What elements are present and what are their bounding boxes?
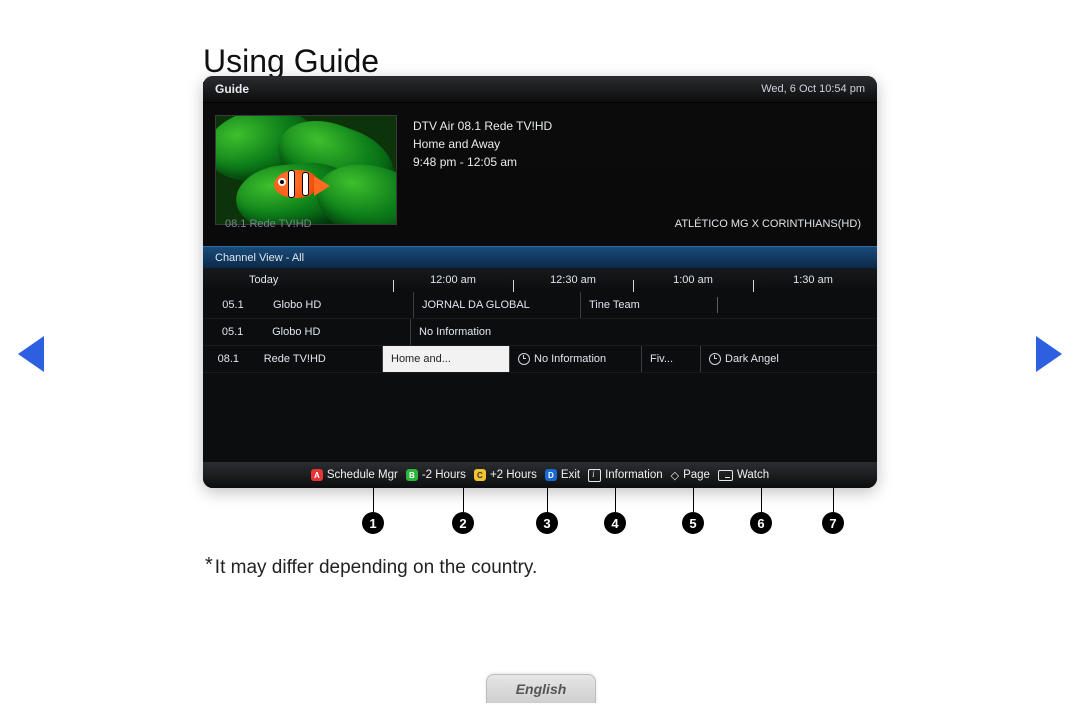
green-button-icon: B: [406, 469, 418, 481]
program-cell[interactable]: Home and...: [382, 346, 509, 372]
hero-bottom-row: 08.1 Rede TV!HD ATLÉTICO MG X CORINTHIAN…: [203, 218, 877, 230]
callout-number: 3: [536, 512, 558, 534]
program-cell-label: Tine Team: [589, 299, 640, 311]
guide-header-bar: Guide Wed, 6 Oct 10:54 pm: [203, 76, 877, 103]
channel-view-bar[interactable]: Channel View - All: [203, 246, 877, 270]
channel-row[interactable]: 08.1Rede TV!HD Home and... No Information F…: [203, 346, 877, 373]
channel-number: 05.1: [203, 326, 262, 338]
callout-leader: [463, 488, 464, 512]
program-cell-label: No Information: [534, 353, 606, 365]
time-slot: 12:30 am: [513, 274, 633, 286]
program-channel-line: DTV Air 08.1 Rede TV!HD: [413, 119, 552, 133]
info-icon: [588, 469, 601, 482]
footer-information[interactable]: Information: [588, 469, 663, 482]
blue-button-icon: D: [545, 469, 557, 481]
time-slot: 1:00 am: [633, 274, 753, 286]
program-cell-label: Fiv...: [650, 353, 673, 365]
program-grid: 05.1Globo HDJORNAL DA GLOBALTine Team05.…: [203, 292, 877, 488]
program-time-line: 9:48 pm - 12:05 am: [413, 155, 552, 169]
callout-number: 4: [604, 512, 626, 534]
footer-schedule-mgr[interactable]: ASchedule Mgr: [311, 469, 398, 481]
program-cell-label: JORNAL DA GLOBAL: [422, 299, 530, 311]
time-slot: 1:30 am: [753, 274, 873, 286]
footer-exit[interactable]: DExit: [545, 469, 580, 481]
program-cells: No Information: [410, 319, 877, 345]
callout-number: 6: [750, 512, 772, 534]
callout-leader: [761, 488, 762, 512]
footer-minus-2h[interactable]: B-2 Hours: [406, 469, 466, 481]
grid-tick: [717, 297, 718, 313]
channel-number: 05.1: [203, 299, 263, 311]
prev-page-arrow-icon[interactable]: [18, 336, 44, 372]
program-thumbnail: [215, 115, 397, 225]
channel-row[interactable]: 05.1Globo HD JORNAL DA GLOBAL Tine Team: [203, 292, 877, 319]
program-cells: JORNAL DA GLOBAL Tine Team: [413, 292, 877, 318]
next-page-arrow-icon[interactable]: [1036, 336, 1062, 372]
callout-leader: [373, 488, 374, 512]
page-root: Using Guide Guide Wed, 6 Oct 10:54 pm DT…: [0, 0, 1080, 705]
guide-datetime: Wed, 6 Oct 10:54 pm: [761, 83, 865, 95]
page-updown-icon: ◇: [671, 469, 679, 482]
program-cell-label: Home and...: [391, 353, 451, 365]
today-label: Today: [249, 274, 278, 286]
channel-name: Rede TV!HD: [254, 353, 382, 365]
callout-number: 5: [682, 512, 704, 534]
program-cell[interactable]: Dark Angel: [700, 346, 877, 372]
channel-row[interactable]: 05.1Globo HD No Information: [203, 319, 877, 346]
program-cell[interactable]: Fiv...: [641, 346, 700, 372]
channel-name: Globo HD: [262, 326, 410, 338]
channel-smallprint: 08.1 Rede TV!HD: [225, 218, 312, 230]
clock-icon: [709, 353, 721, 365]
callout-leader: [693, 488, 694, 512]
footer-page[interactable]: ◇Page: [671, 469, 710, 482]
callout-number: 1: [362, 512, 384, 534]
callout-leader: [833, 488, 834, 512]
guide-title: Guide: [215, 82, 249, 96]
footer-plus-2h[interactable]: C+2 Hours: [474, 469, 537, 481]
time-slot: 12:00 am: [393, 274, 513, 286]
channel-name: Globo HD: [263, 299, 413, 311]
program-cell-label: Dark Angel: [725, 353, 779, 365]
program-cell[interactable]: No Information: [410, 319, 877, 345]
tv-guide-screenshot: Guide Wed, 6 Oct 10:54 pm DTV Air 08.1 R…: [203, 76, 877, 488]
clock-icon: [518, 353, 530, 365]
footnote: *It may differ depending on the country.: [205, 556, 537, 579]
program-cell[interactable]: No Information: [509, 346, 641, 372]
program-cells: Home and... No Information Fiv... Dark Ange…: [382, 346, 877, 372]
asterisk-icon: *: [205, 554, 213, 576]
guide-footer-bar: ASchedule Mgr B-2 Hours C+2 Hours DExit …: [203, 462, 877, 488]
red-button-icon: A: [311, 469, 323, 481]
yellow-button-icon: C: [474, 469, 486, 481]
enter-icon: [718, 470, 733, 481]
program-cell[interactable]: JORNAL DA GLOBAL: [413, 292, 580, 318]
footer-watch[interactable]: Watch: [718, 469, 769, 481]
callout-leader: [615, 488, 616, 512]
program-cell-label: No Information: [419, 326, 491, 338]
program-name-line: Home and Away: [413, 137, 552, 151]
language-tab[interactable]: English: [486, 674, 596, 703]
channel-number: 08.1: [203, 353, 254, 365]
channel-view-label: Channel View - All: [215, 252, 304, 264]
callout-leader: [547, 488, 548, 512]
callout-number: 2: [452, 512, 474, 534]
time-header: Today 12:00 am12:30 am1:00 am1:30 am: [203, 268, 877, 292]
callout-number: 7: [822, 512, 844, 534]
program-cell[interactable]: Tine Team: [580, 292, 717, 318]
next-program-label: ATLÉTICO MG X CORINTHIANS(HD): [675, 218, 861, 230]
